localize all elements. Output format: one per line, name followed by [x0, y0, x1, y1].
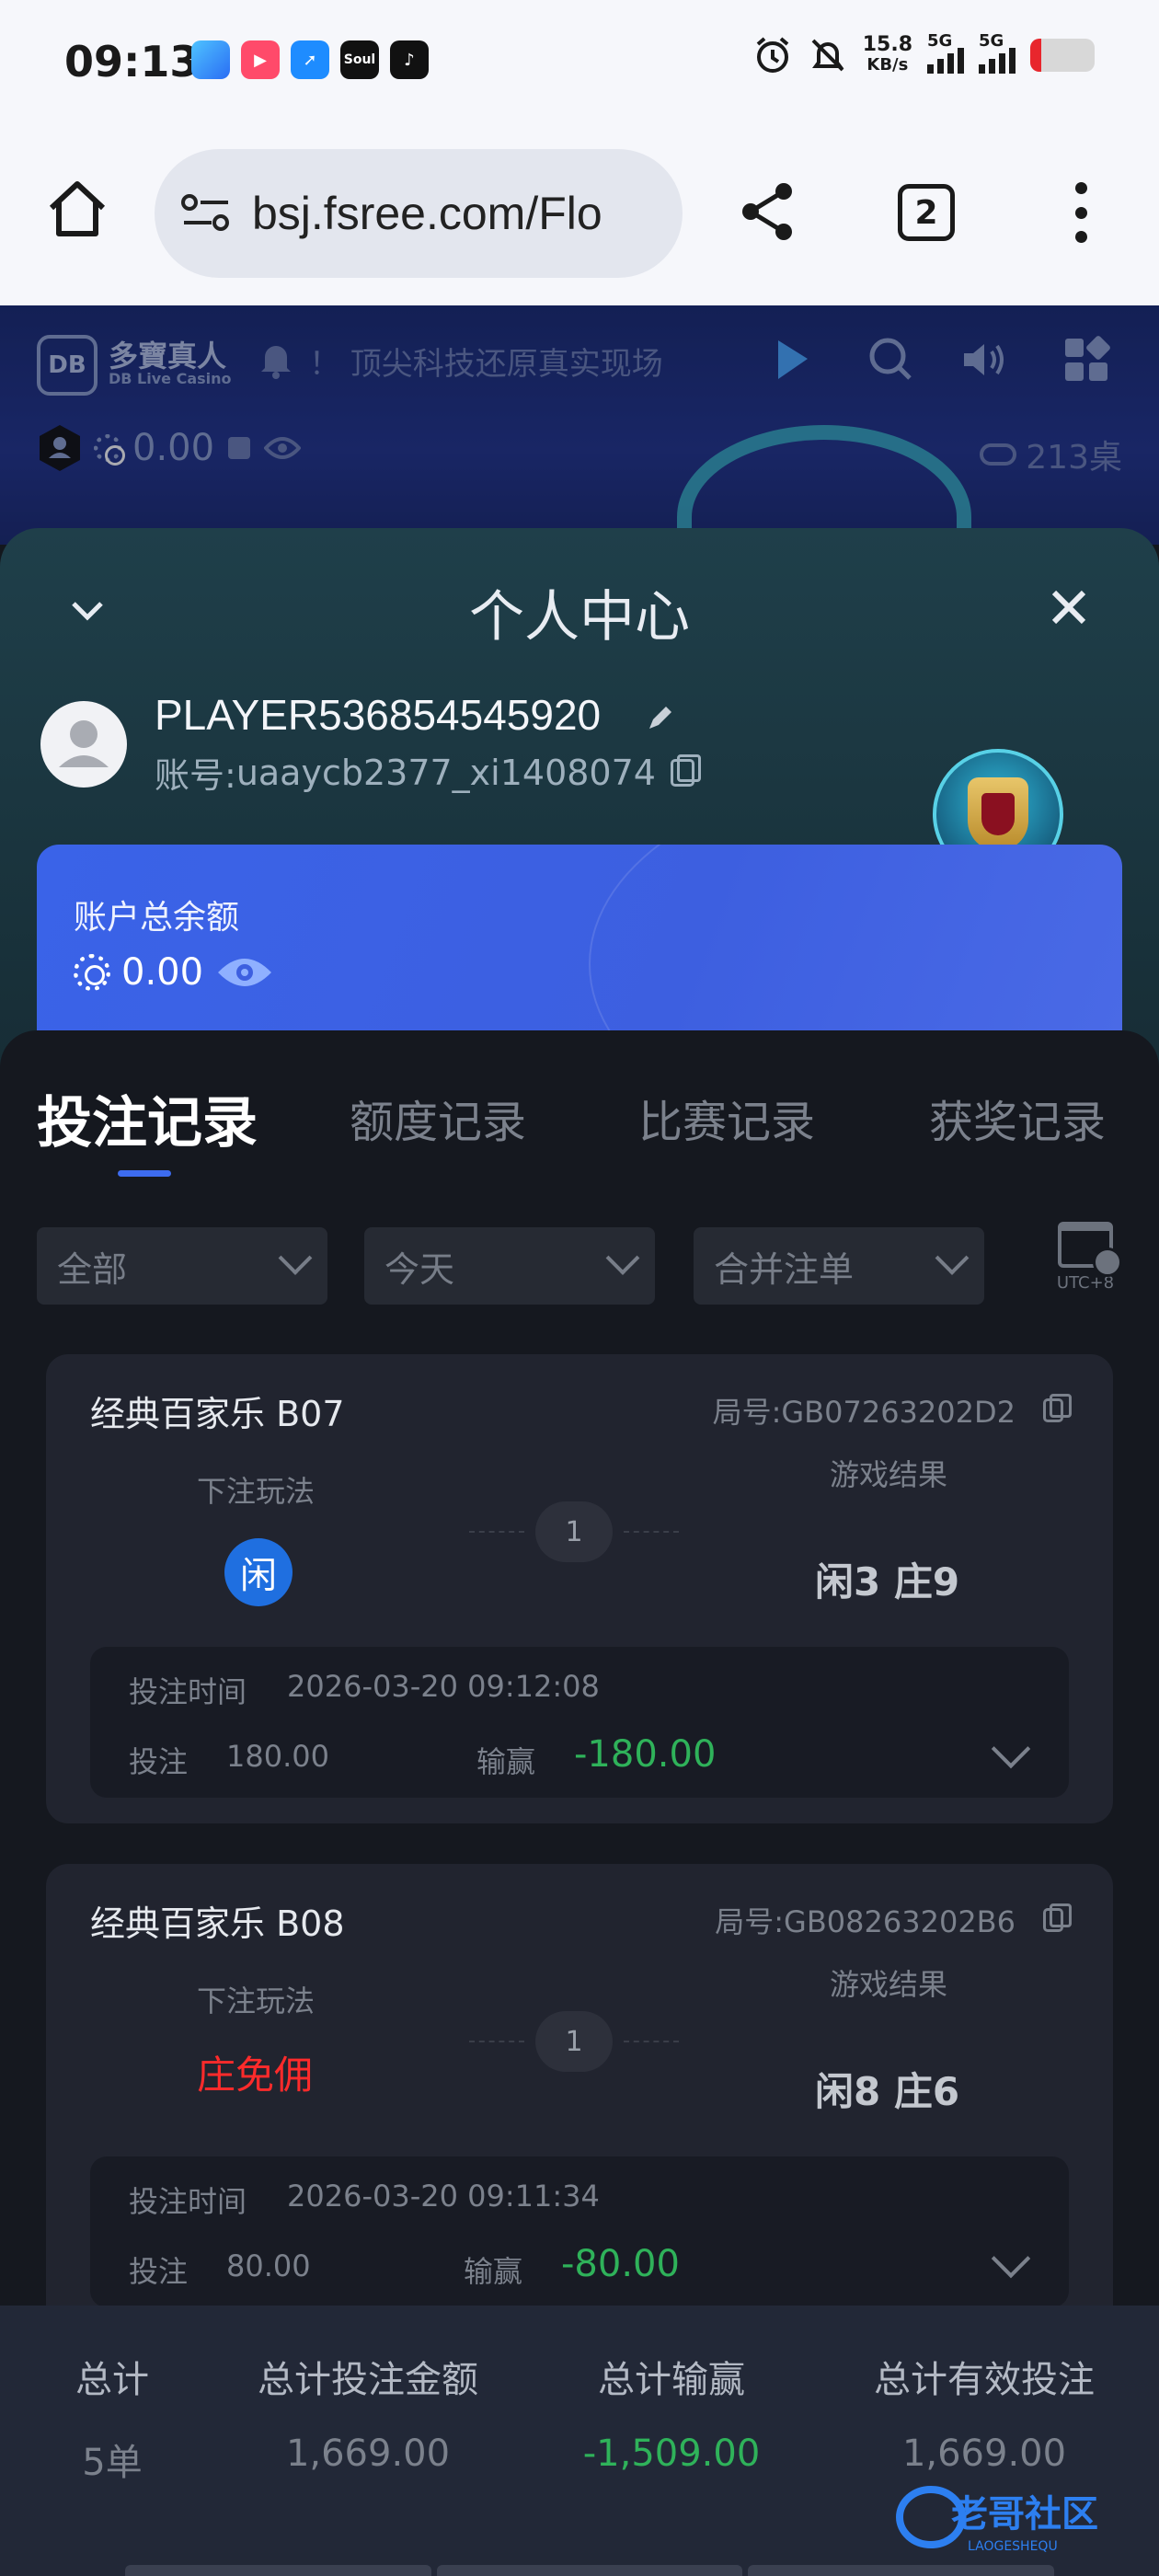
bet-stake: 180.00: [226, 1739, 329, 1774]
type-filter-dropdown[interactable]: 全部: [37, 1227, 327, 1305]
result-label: 游戏结果: [830, 1457, 948, 1492]
player-name: PLAYER536854545920: [155, 691, 602, 739]
tab-switcher-button[interactable]: 2: [898, 184, 955, 241]
summary-total: 总计 5单: [75, 2359, 149, 2484]
signal-sim2-icon: 5G: [979, 31, 1016, 74]
chevron-down-icon: [935, 1241, 970, 1275]
account-id: 账号: uaaycb2377_xi1408074: [155, 747, 701, 798]
share-icon[interactable]: [734, 178, 800, 245]
game-name: 经典百家乐 B08: [90, 1903, 345, 1944]
app-notification-icon: [191, 40, 230, 79]
bet-winloss: -180.00: [574, 1733, 717, 1776]
copy-account-icon[interactable]: [670, 753, 701, 787]
merge-filter-dropdown[interactable]: 合并注单: [694, 1227, 984, 1305]
banker-bet-label: 庄免佣: [197, 2053, 314, 2098]
casino-header: DB 多寶真人 DB Live Casino ！ 顶尖科技还原真实现场 0.00…: [0, 305, 1159, 545]
expand-chevron-icon[interactable]: [991, 1729, 1031, 1769]
bet-stake: 80.00: [226, 2248, 311, 2283]
avatar[interactable]: [40, 701, 127, 788]
chip-icon: [74, 954, 110, 991]
tab-credit-records[interactable]: 额度记录: [350, 1086, 526, 1150]
system-indicators: 15.8 KB/s 5G 5G: [752, 31, 1095, 75]
summary-bet-amount: 总计投注金额 1,669.00: [258, 2359, 478, 2475]
bet-type-label: 下注玩法: [197, 1984, 316, 2018]
balance-label: 账户总余额: [74, 899, 240, 937]
bet-record-card[interactable]: 经典百家乐 B07 局号:GB07263202D2 下注玩法 游戏结果 1 闲 …: [46, 1354, 1113, 1823]
summary-valid-bet: 总计有效投注 1,669.00: [874, 2359, 1095, 2475]
url-text: bsj.fsree.com/Flo: [252, 188, 602, 239]
home-icon[interactable]: [44, 177, 110, 243]
eye-icon[interactable]: [214, 952, 275, 993]
bet-detail: 投注时间 2026-03-20 09:12:08 投注 180.00 输赢 -1…: [90, 1647, 1069, 1798]
copy-round-icon[interactable]: [1043, 1903, 1072, 1932]
copy-round-icon[interactable]: [1043, 1394, 1072, 1422]
expand-chevron-icon[interactable]: [991, 2238, 1031, 2279]
date-filter-dropdown[interactable]: 今天: [364, 1227, 655, 1305]
svg-text:老哥社区: 老哥社区: [951, 2493, 1098, 2536]
edit-pencil-icon[interactable]: [644, 703, 675, 734]
video-app-icon: ▶: [241, 40, 280, 79]
tab-award-records[interactable]: 获奖记录: [929, 1086, 1106, 1150]
calendar-clock-icon: [1058, 1222, 1122, 1277]
bet-type-label: 下注玩法: [197, 1474, 316, 1509]
personal-center-panel: 个人中心 PLAYER536854545920 账号: uaaycb2377_xi…: [0, 528, 1159, 2576]
game-result: 闲8 庄6: [815, 2069, 960, 2114]
soul-app-icon: Soul: [340, 40, 379, 79]
close-icon[interactable]: [1043, 581, 1095, 633]
round-id: 局号:GB08263202B6: [715, 1899, 1072, 1941]
game-name: 经典百家乐 B07: [90, 1394, 345, 1434]
result-label: 游戏结果: [830, 1967, 948, 2002]
status-bar: 09:13 ▶ ➚ Soul ♪ 15.8 KB/s 5G 5G: [0, 0, 1159, 129]
bet-detail: 投注时间 2026-03-20 09:11:34 投注 80.00 输赢 -80…: [90, 2156, 1069, 2307]
browser-toolbar: bsj.fsree.com/Flo 2: [0, 129, 1159, 305]
battery-icon: [1030, 39, 1095, 72]
chevron-down-icon: [605, 1241, 640, 1275]
active-tab-indicator: [118, 1170, 171, 1177]
bet-time: 2026-03-20 09:12:08: [287, 1669, 600, 1704]
network-speed: 15.8 KB/s: [862, 33, 912, 75]
total-balance-card: 账户总余额 0.00: [37, 845, 1122, 1056]
game-result: 闲3 庄9: [815, 1559, 960, 1604]
address-bar[interactable]: bsj.fsree.com/Flo: [155, 149, 683, 278]
bottom-scroll-tabs: [125, 2565, 1055, 2576]
balance-amount: 0.00: [74, 951, 275, 994]
player-bet-chip: 闲: [224, 1538, 293, 1606]
filter-bar: 全部 今天 合并注单 UTC+8: [37, 1222, 1122, 1305]
laoge-watermark-logo: 老哥社区 LAOGESHEQU: [896, 2486, 1098, 2554]
alarm-icon: [756, 37, 789, 73]
summary-winloss: 总计输赢 -1,509.00: [582, 2359, 761, 2475]
bet-record-card[interactable]: 经典百家乐 B08 局号:GB08263202B6 下注玩法 游戏结果 1 庄免…: [46, 1864, 1113, 2333]
tiktok-app-icon: ♪: [390, 40, 429, 79]
bet-time: 2026-03-20 09:11:34: [287, 2179, 600, 2214]
mute-bell-icon: [811, 39, 844, 72]
summary-footer: 总计 5单 总计投注金额 1,669.00 总计输赢 -1,509.00 总计有…: [0, 2306, 1159, 2576]
default-user-icon: [59, 720, 109, 767]
chevron-down-icon: [278, 1241, 313, 1275]
timezone-button[interactable]: UTC+8: [1049, 1222, 1122, 1310]
svg-text:LAOGESHEQU: LAOGESHEQU: [968, 2539, 1058, 2554]
more-menu-icon[interactable]: [1067, 182, 1095, 243]
round-id: 局号:GB07263202D2: [713, 1389, 1072, 1432]
panel-title: 个人中心: [469, 585, 690, 650]
bet-count: 1: [469, 1501, 679, 1562]
bet-winloss: -80.00: [561, 2243, 680, 2285]
signal-sim1-icon: 5G: [927, 31, 964, 74]
tab-bet-records[interactable]: 投注记录: [37, 1078, 258, 1158]
record-tabs: 投注记录 额度记录 比赛记录 获奖记录: [0, 1086, 1159, 1178]
browser-app-icon: ➚: [291, 40, 329, 79]
tab-match-records[interactable]: 比赛记录: [638, 1086, 815, 1150]
notification-app-icons: ▶ ➚ Soul ♪: [191, 40, 429, 79]
bet-count: 1: [469, 2011, 679, 2072]
site-settings-icon[interactable]: [180, 193, 232, 234]
clock: 09:13: [64, 37, 200, 86]
